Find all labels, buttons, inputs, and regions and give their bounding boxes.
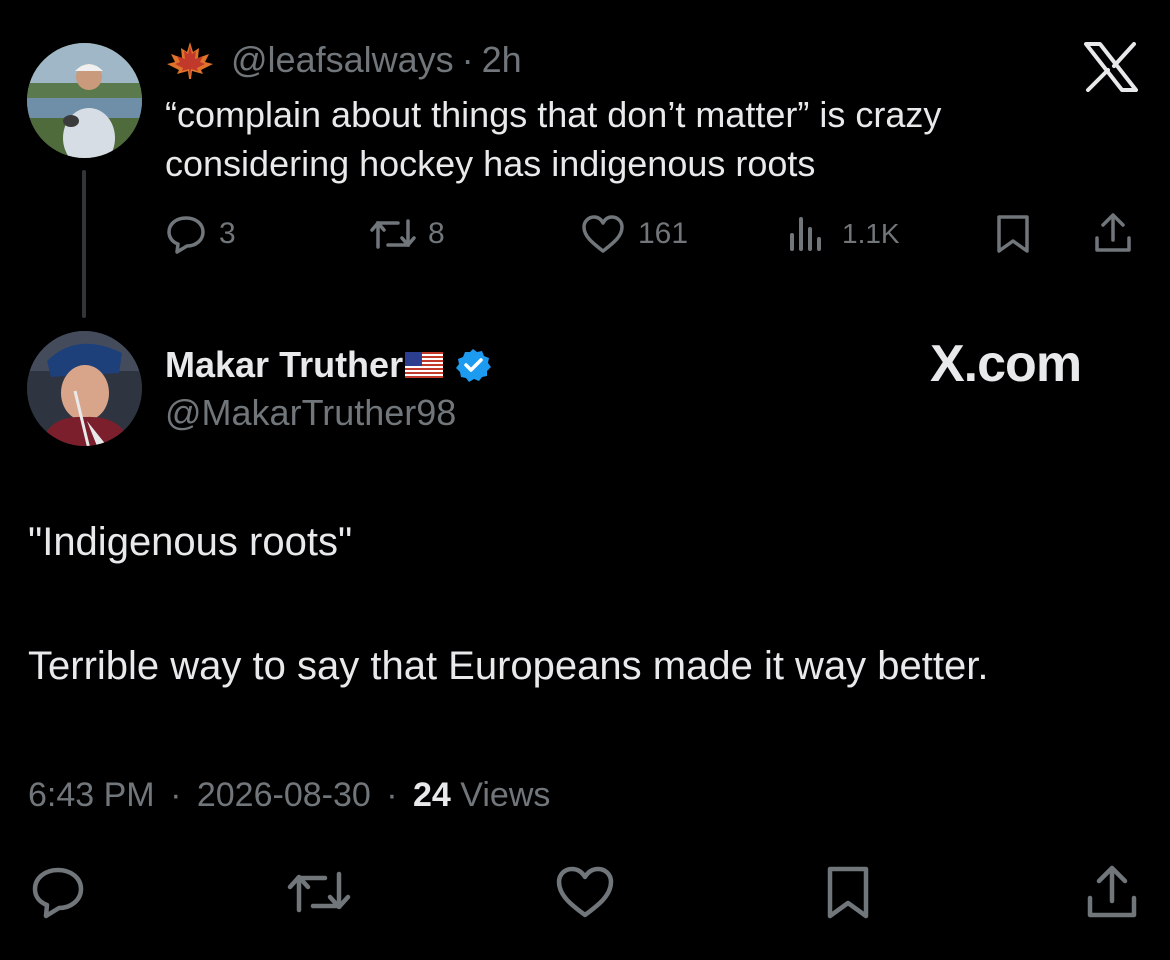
repost-count: 8 [428, 217, 445, 250]
parent-avatar[interactable] [27, 43, 142, 158]
bookmark-icon [997, 215, 1029, 253]
parent-time[interactable]: 2h [482, 39, 522, 81]
views-count: 24 [413, 776, 451, 814]
reply-icon [167, 216, 205, 254]
reply-action[interactable]: 3 [165, 208, 236, 260]
parent-handle[interactable]: @leafsalways [231, 39, 454, 81]
maple-leaf-icon [167, 42, 213, 79]
footer-separator: · [386, 776, 398, 814]
footer-separator: · [170, 776, 182, 814]
views-label: Views [460, 776, 551, 814]
repost-button[interactable] [287, 864, 351, 920]
heart-icon [582, 215, 624, 253]
reply-text-line-2: Terrible way to say that Europeans made … [28, 644, 989, 688]
reply-count: 3 [219, 217, 236, 250]
share-button[interactable] [1084, 864, 1140, 922]
like-count: 161 [638, 217, 689, 250]
bookmark-button[interactable] [822, 864, 874, 922]
tweet-timestamp-row: 6:43 PM · 2026-08-30 · 24 Views [28, 776, 550, 815]
views-action[interactable]: 1.1K [786, 208, 900, 260]
reply-handle[interactable]: @MakarTruther98 [165, 392, 456, 434]
thread-connector-line [82, 170, 86, 318]
tweet-date[interactable]: 2026-08-30 [197, 776, 371, 814]
repost-action[interactable]: 8 [370, 208, 445, 260]
view-count: 1.1K [842, 218, 900, 249]
meta-separator: · [461, 39, 474, 80]
reply-text-line-1: "Indigenous roots" [28, 520, 353, 564]
repost-icon [370, 219, 416, 249]
like-action[interactable]: 161 [580, 208, 688, 260]
like-button[interactable] [554, 864, 616, 920]
reply-avatar[interactable] [27, 331, 142, 446]
reply-button[interactable] [30, 864, 86, 920]
tweet-time[interactable]: 6:43 PM [28, 776, 155, 814]
parent-tweet-text: “complain about things that don’t matter… [165, 94, 942, 184]
us-flag-icon [405, 352, 444, 378]
share-icon [1095, 213, 1131, 252]
share-action[interactable] [1092, 208, 1134, 260]
display-name-text: Makar Truther [165, 344, 404, 385]
x-logo-icon [1084, 42, 1138, 92]
bookmark-action[interactable] [993, 208, 1033, 260]
views-chart-icon [790, 217, 821, 251]
xcom-watermark: X.com [930, 335, 1082, 393]
verified-badge-icon [456, 349, 492, 382]
parent-meta: @leafsalways · 2h [165, 39, 522, 81]
reply-display-name[interactable]: Makar Truther [165, 344, 492, 386]
